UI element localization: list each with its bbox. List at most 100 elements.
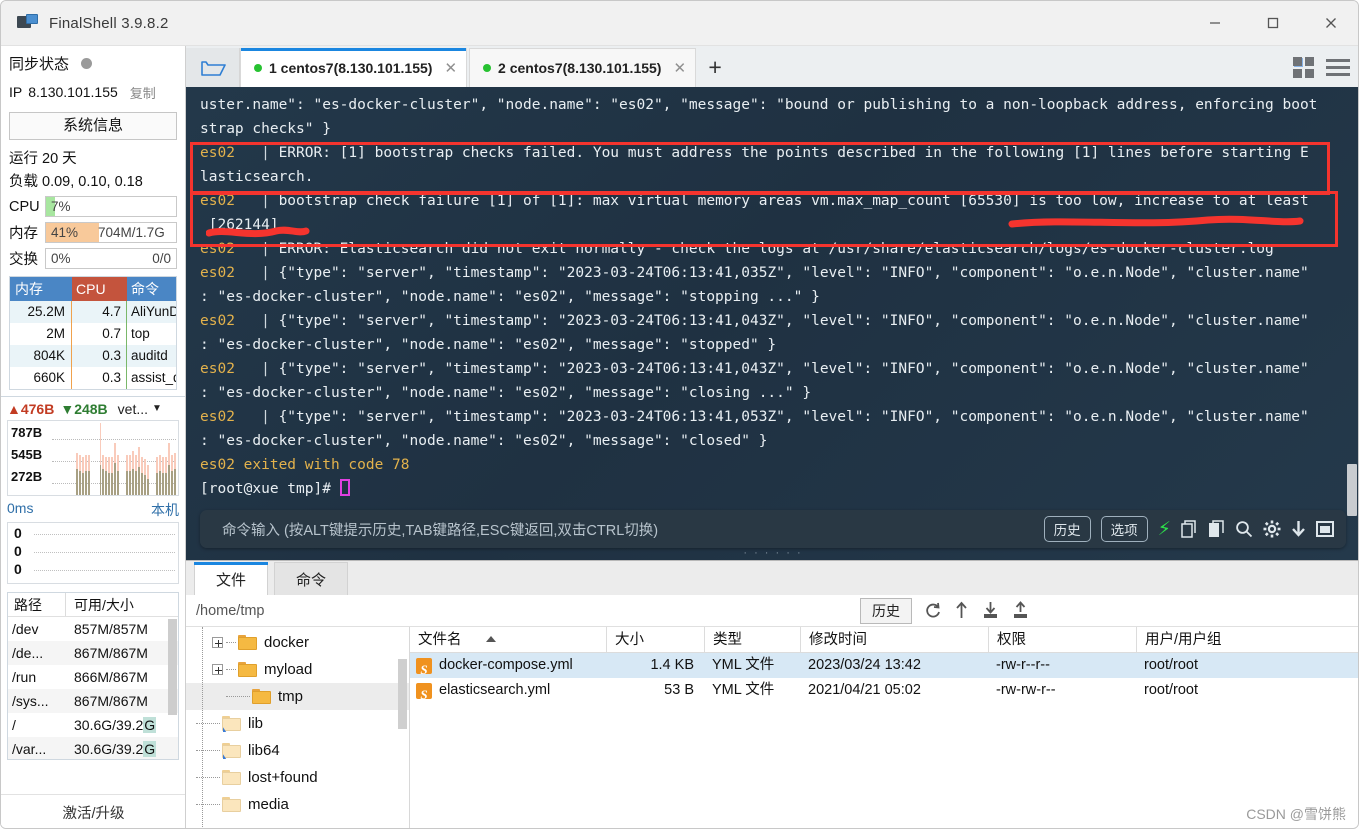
minimize-button[interactable] [1186,1,1244,46]
command-history-button[interactable]: 历史 [1043,516,1091,542]
process-col-command[interactable]: 命令 [127,277,176,301]
system-info-button[interactable]: 系统信息 [9,112,177,140]
terminal-tab-2[interactable]: 2 centos7(8.130.101.155) ✕ [469,48,697,87]
network-interface-name[interactable]: vet... [118,401,148,417]
terminal-line: : "es-docker-cluster", "node.name": "es0… [200,433,768,449]
file-row[interactable]: elasticsearch.yml 53 B YML 文件 2021/04/21 05… [410,678,1358,707]
file-col-size[interactable]: 大小 [606,627,704,652]
close-button[interactable] [1302,1,1358,46]
terminal-line: es02 | {"type": "server", "timestamp": "… [200,265,1309,281]
resize-grip-dots[interactable]: · · · · · · [743,547,802,559]
network-bar [158,455,161,495]
tree-node-docker[interactable]: docker [186,629,409,656]
tree-node-lib[interactable]: lib [186,710,409,737]
sync-status-label: 同步状态 [9,55,70,73]
tree-node-label: lib [248,715,264,732]
file-col-permissions[interactable]: 权限 [988,627,1136,652]
bottom-tab-commands[interactable]: 命令 [274,562,348,595]
maximize-button[interactable] [1244,1,1302,46]
terminal-line: es02 | ERROR: Elasticsearch did not exit… [200,241,1274,257]
copy-ip-button[interactable]: 复制 [130,83,156,102]
download-icon[interactable] [1291,520,1306,538]
file-col-name[interactable]: 文件名 [410,627,606,652]
disk-row[interactable]: /var... 30.6G/39.2G [8,737,178,759]
copy-icon[interactable] [1181,520,1198,538]
tree-node-myload[interactable]: myload [186,656,409,683]
process-memory: 660K [10,367,72,389]
tree-node-tmp[interactable]: tmp [186,683,409,710]
app-logo-icon [17,14,39,32]
network-bar [114,443,117,495]
quick-command-icon[interactable]: ⚡ [1158,518,1171,541]
terminal-scrollbar[interactable] [1347,464,1357,516]
terminal-prompt-line: [root@xue tmp]# [200,477,1358,501]
network-bar [111,457,114,495]
disk-row[interactable]: /de... 867M/867M [8,641,178,665]
file-history-button[interactable]: 历史 [860,597,912,624]
disk-col-path[interactable]: 路径 [8,593,66,616]
process-memory: 25.2M [10,301,72,323]
disk-scrollbar[interactable] [168,619,177,715]
upload-file-icon[interactable] [1011,601,1030,620]
process-row[interactable]: 804K 0.3 auditd [10,345,176,367]
tree-node-media[interactable]: media [186,791,409,818]
ping-y-label-2: 0 [14,561,22,577]
process-row[interactable]: 2M 0.7 top [10,323,176,345]
terminal-line: uster.name": "es-docker-cluster", "node.… [200,97,1318,113]
folder-icon [238,635,257,650]
process-row[interactable]: 25.2M4.7 AliYunDu [10,301,176,323]
disk-row[interactable]: /sys... 867M/867M [8,689,178,713]
paste-icon[interactable] [1208,520,1225,538]
grid-layout-icon[interactable] [1293,57,1314,78]
download-file-icon[interactable] [981,601,1000,620]
tree-scrollbar[interactable] [398,659,407,729]
bottom-tab-files[interactable]: 文件 [194,562,268,595]
gear-icon[interactable] [1263,520,1281,538]
terminal-pane[interactable]: uster.name": "es-docker-cluster", "node.… [186,87,1358,560]
disk-path: / [12,717,16,733]
command-input-bar[interactable]: 命令输入 (按ALT键提示历史,TAB键路径,ESC键返回,双击CTRL切换) … [200,510,1346,548]
network-bar [144,459,146,495]
hamburger-menu-icon[interactable] [1326,59,1350,76]
file-col-user[interactable]: 用户/用户组 [1136,627,1358,652]
search-icon[interactable] [1235,520,1253,538]
open-folder-icon[interactable] [186,48,240,87]
file-col-type[interactable]: 类型 [704,627,800,652]
parent-directory-icon[interactable] [953,601,970,620]
disk-col-size[interactable]: 可用/大小 [66,593,178,616]
activate-upgrade-button[interactable]: 激活/升级 [1,794,185,828]
file-owner: root/root [1144,682,1198,698]
expand-node-icon[interactable] [212,637,223,648]
terminal-tab-1[interactable]: 1 centos7(8.130.101.155) ✕ [240,48,468,87]
file-list: 文件名 大小 类型 修改时间 权限 用户/用户组 docker-compose.… [410,627,1358,828]
tree-node-lib64[interactable]: lib64 [186,737,409,764]
expand-node-icon[interactable] [212,664,223,675]
file-modified-time: 2023/03/24 13:42 [808,657,921,673]
file-col-time[interactable]: 修改时间 [800,627,988,652]
disk-row[interactable]: /run 866M/867M [8,665,178,689]
command-options-button[interactable]: 选项 [1100,516,1148,542]
process-col-cpu[interactable]: CPU [72,277,127,301]
refresh-icon[interactable] [923,601,942,620]
disk-row[interactable]: /dev 857M/857M [8,617,178,641]
process-col-memory[interactable]: 内存 [10,277,72,301]
memory-meter: 41% 704M/1.7G [45,222,177,243]
tab-close-icon[interactable]: ✕ [444,59,457,77]
current-path[interactable]: /home/tmp [196,603,265,619]
tab-label: 2 centos7(8.130.101.155) [498,60,662,76]
ping-y-label-0: 0 [14,525,22,541]
process-row[interactable]: 660K0.3 assist_da [10,367,176,389]
new-tab-button[interactable]: + [698,48,732,87]
chevron-down-icon[interactable]: ▼ [152,403,162,414]
yml-file-icon [416,657,432,682]
tree-node-lost-found[interactable]: lost+found [186,764,409,791]
cpu-meter-row: CPU 7% [1,194,185,219]
file-row[interactable]: docker-compose.yml 1.4 KB YML 文件 2023/03/24… [410,653,1358,682]
network-bar [155,457,158,495]
network-bar [164,457,167,495]
window-toggle-icon[interactable] [1316,521,1334,537]
tab-close-icon[interactable]: ✕ [673,59,686,77]
disk-row[interactable]: / 30.6G/39.2G [8,713,178,737]
path-bar-actions: 历史 [860,597,1358,624]
sync-status-dot [81,57,93,69]
